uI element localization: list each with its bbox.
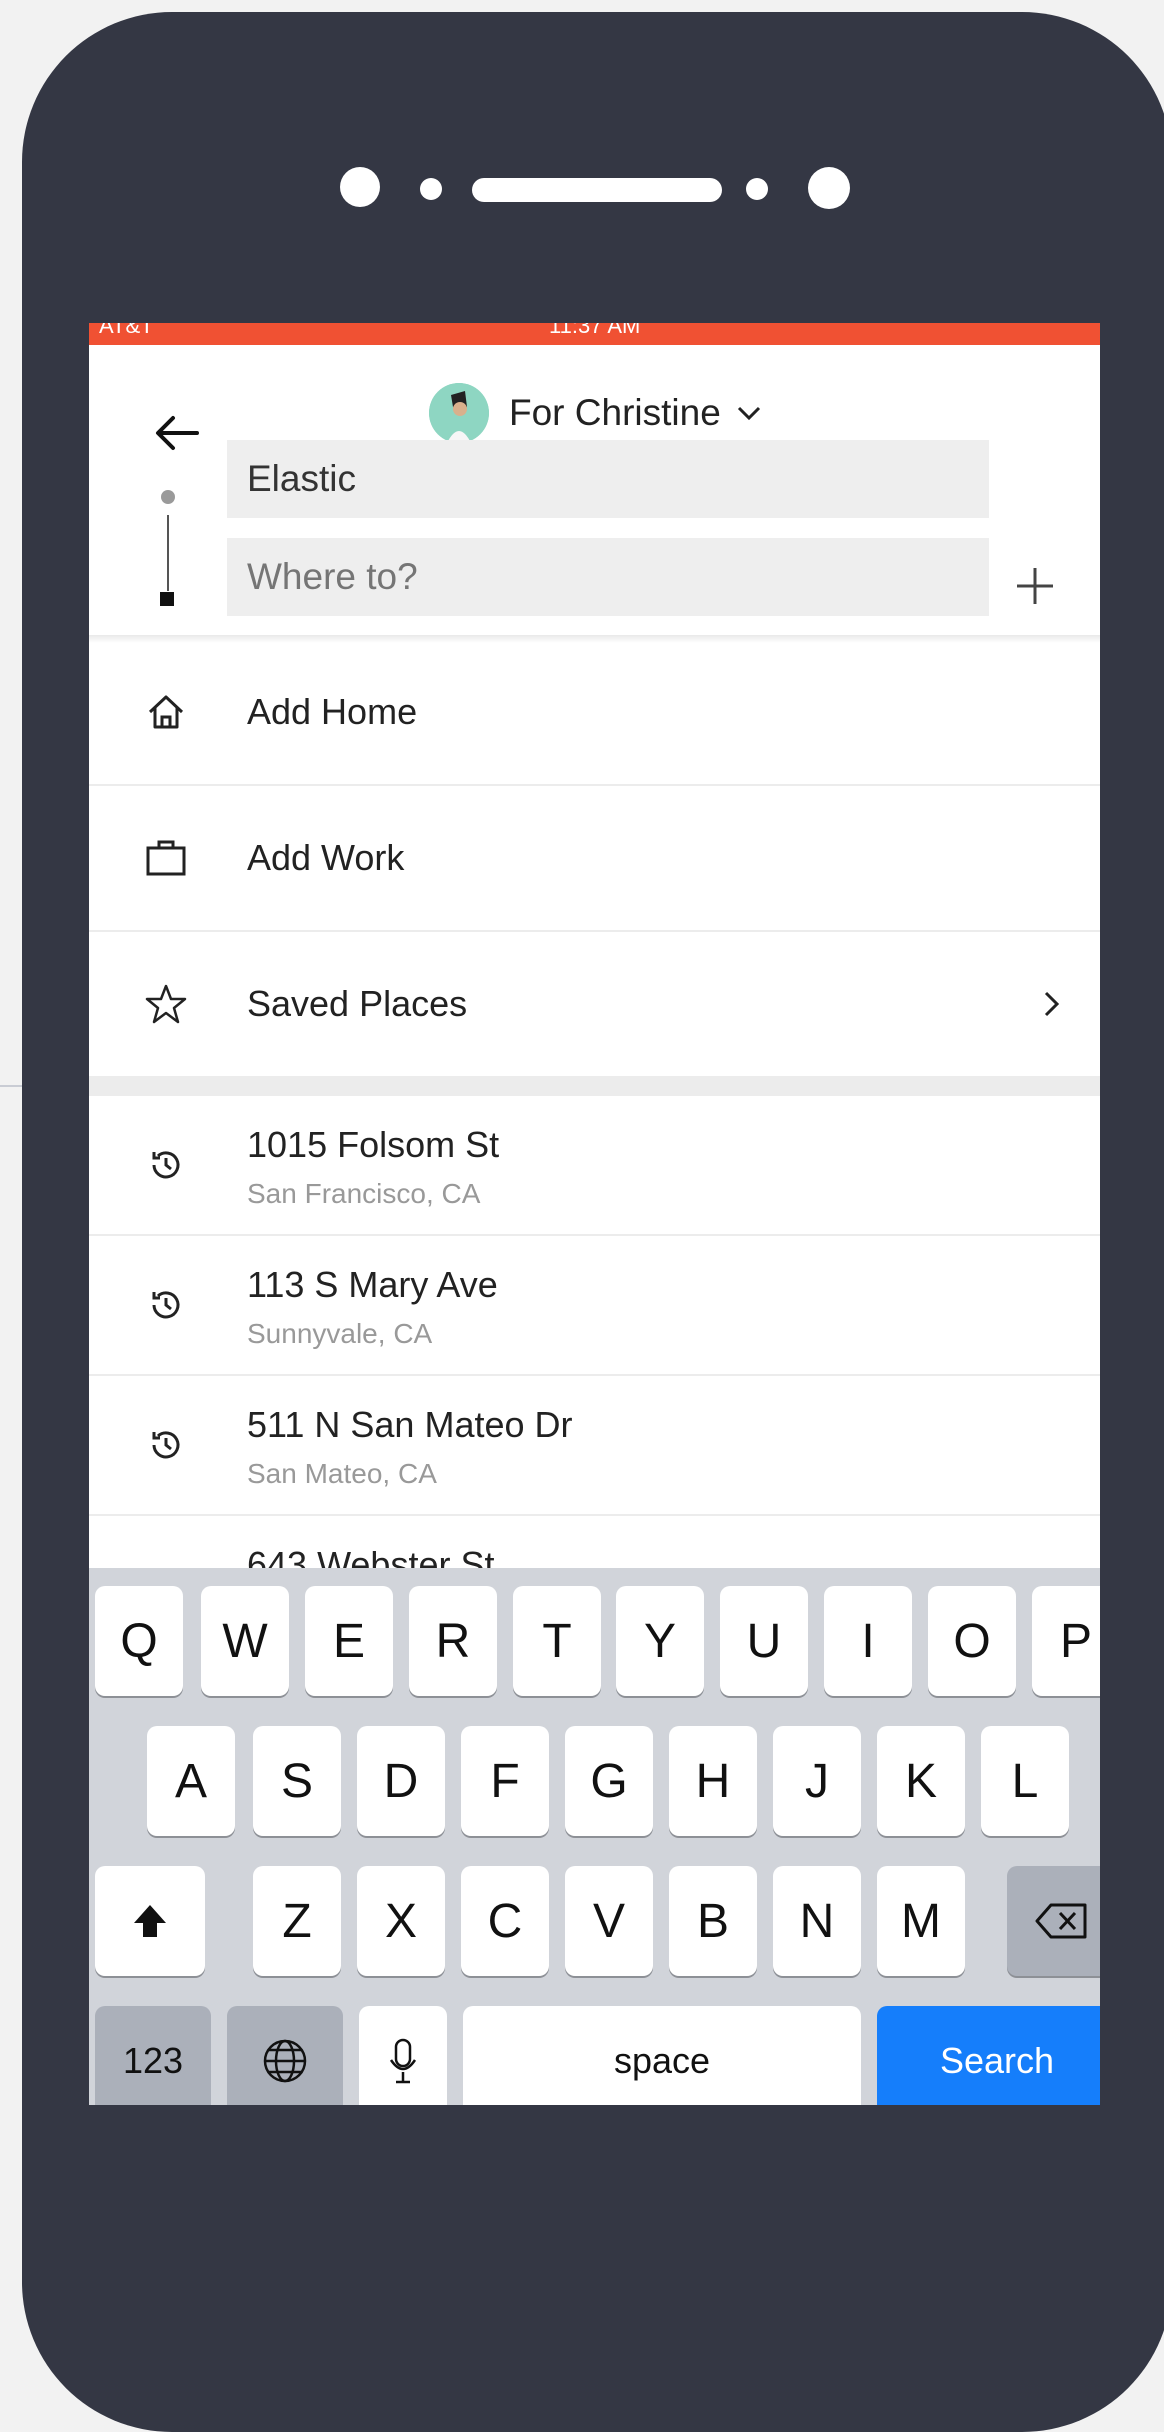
key-g[interactable]: G (565, 1726, 653, 1836)
key-s[interactable]: S (253, 1726, 341, 1836)
recent-subtitle: Sunnyvale, CA (247, 1318, 433, 1349)
numbers-key[interactable]: 123 (95, 2006, 211, 2105)
key-h[interactable]: H (669, 1726, 757, 1836)
recent-place-row[interactable]: 1015 Folsom St San Francisco, CA (89, 1096, 1100, 1236)
camera-dot (340, 167, 380, 207)
recent-place-row[interactable]: 511 N San Mateo Dr San Mateo, CA (89, 1376, 1100, 1516)
avatar (429, 383, 489, 443)
chevron-right-icon (1044, 991, 1060, 1017)
saved-places-row[interactable]: Saved Places (89, 932, 1100, 1076)
sensor-dot-2 (746, 178, 768, 200)
back-arrow-icon[interactable] (149, 405, 205, 461)
key-r[interactable]: R (409, 1586, 497, 1696)
briefcase-icon (146, 840, 186, 876)
proximity-dot (808, 167, 850, 209)
saved-places-label: Saved Places (247, 983, 468, 1024)
status-bar: AT&T 11:37 AM (89, 323, 1100, 345)
rider-selector[interactable]: For Christine (429, 381, 763, 445)
plus-icon[interactable] (1015, 566, 1055, 606)
section-divider (89, 1076, 1100, 1096)
key-z[interactable]: Z (253, 1866, 341, 1976)
key-c[interactable]: C (461, 1866, 549, 1976)
key-a[interactable]: A (147, 1726, 235, 1836)
recent-title: 113 S Mary Ave (247, 1264, 498, 1305)
destination-input[interactable] (227, 538, 989, 616)
key-q[interactable]: Q (95, 1586, 183, 1696)
key-w[interactable]: W (201, 1586, 289, 1696)
key-d[interactable]: D (357, 1726, 445, 1836)
key-y[interactable]: Y (616, 1586, 704, 1696)
recent-title: 511 N San Mateo Dr (247, 1404, 573, 1445)
app-screen: AT&T 11:37 AM For Christine Elastic Wher… (89, 323, 1100, 2105)
shift-icon (134, 1905, 166, 1937)
globe-icon (263, 2039, 307, 2083)
key-f[interactable]: F (461, 1726, 549, 1836)
key-l[interactable]: L (981, 1726, 1069, 1836)
key-b[interactable]: B (669, 1866, 757, 1976)
chevron-down-icon (737, 406, 760, 421)
recent-place-row[interactable]: 113 S Mary Ave Sunnyvale, CA (89, 1236, 1100, 1376)
key-o[interactable]: O (928, 1586, 1016, 1696)
add-home-row[interactable]: Add Home (89, 640, 1100, 786)
sensor-dot (420, 178, 442, 200)
destination-square-icon (160, 592, 174, 606)
history-icon (152, 1151, 180, 1179)
space-key[interactable]: space (463, 2006, 861, 2105)
key-n[interactable]: N (773, 1866, 861, 1976)
clock-label: 11:37 AM (549, 323, 641, 338)
recent-subtitle: San Mateo, CA (247, 1458, 437, 1489)
key-v[interactable]: V (565, 1866, 653, 1976)
key-u[interactable]: U (720, 1586, 808, 1696)
search-key[interactable]: Search (877, 2006, 1100, 2105)
key-x[interactable]: X (357, 1866, 445, 1976)
recent-title: 1015 Folsom St (247, 1124, 500, 1165)
key-j[interactable]: J (773, 1726, 861, 1836)
recent-subtitle: San Francisco, CA (247, 1178, 481, 1209)
add-work-row[interactable]: Add Work (89, 786, 1100, 932)
key-p[interactable]: P (1032, 1586, 1100, 1696)
route-connector (167, 515, 169, 591)
add-home-label: Add Home (247, 691, 418, 732)
history-icon (152, 1291, 180, 1319)
home-icon (148, 695, 184, 729)
rider-name: For Christine (509, 392, 721, 433)
star-icon (145, 984, 187, 1024)
pickup-field[interactable]: Elastic (227, 440, 989, 518)
keyboard: Q W E R T Y U I O P A S D F G H J K L Z … (89, 1568, 1100, 2105)
key-k[interactable]: K (877, 1726, 965, 1836)
key-t[interactable]: T (513, 1586, 601, 1696)
speaker-grille (472, 178, 722, 202)
shift-key[interactable] (95, 1866, 205, 1976)
dictation-key[interactable] (359, 2006, 447, 2105)
history-icon (152, 1431, 180, 1459)
globe-key[interactable] (227, 2006, 343, 2105)
carrier-label: AT&T (99, 323, 154, 338)
places-list: Add Home Add Work Saved Places 1015 Fols… (89, 640, 1100, 1654)
delete-key[interactable] (1007, 1866, 1100, 1976)
key-m[interactable]: M (877, 1866, 965, 1976)
key-e[interactable]: E (305, 1586, 393, 1696)
key-i[interactable]: I (824, 1586, 912, 1696)
microphone-icon (389, 2038, 417, 2084)
pickup-dot-icon (161, 490, 175, 504)
backspace-icon (1035, 1903, 1087, 1939)
add-work-label: Add Work (247, 837, 405, 878)
